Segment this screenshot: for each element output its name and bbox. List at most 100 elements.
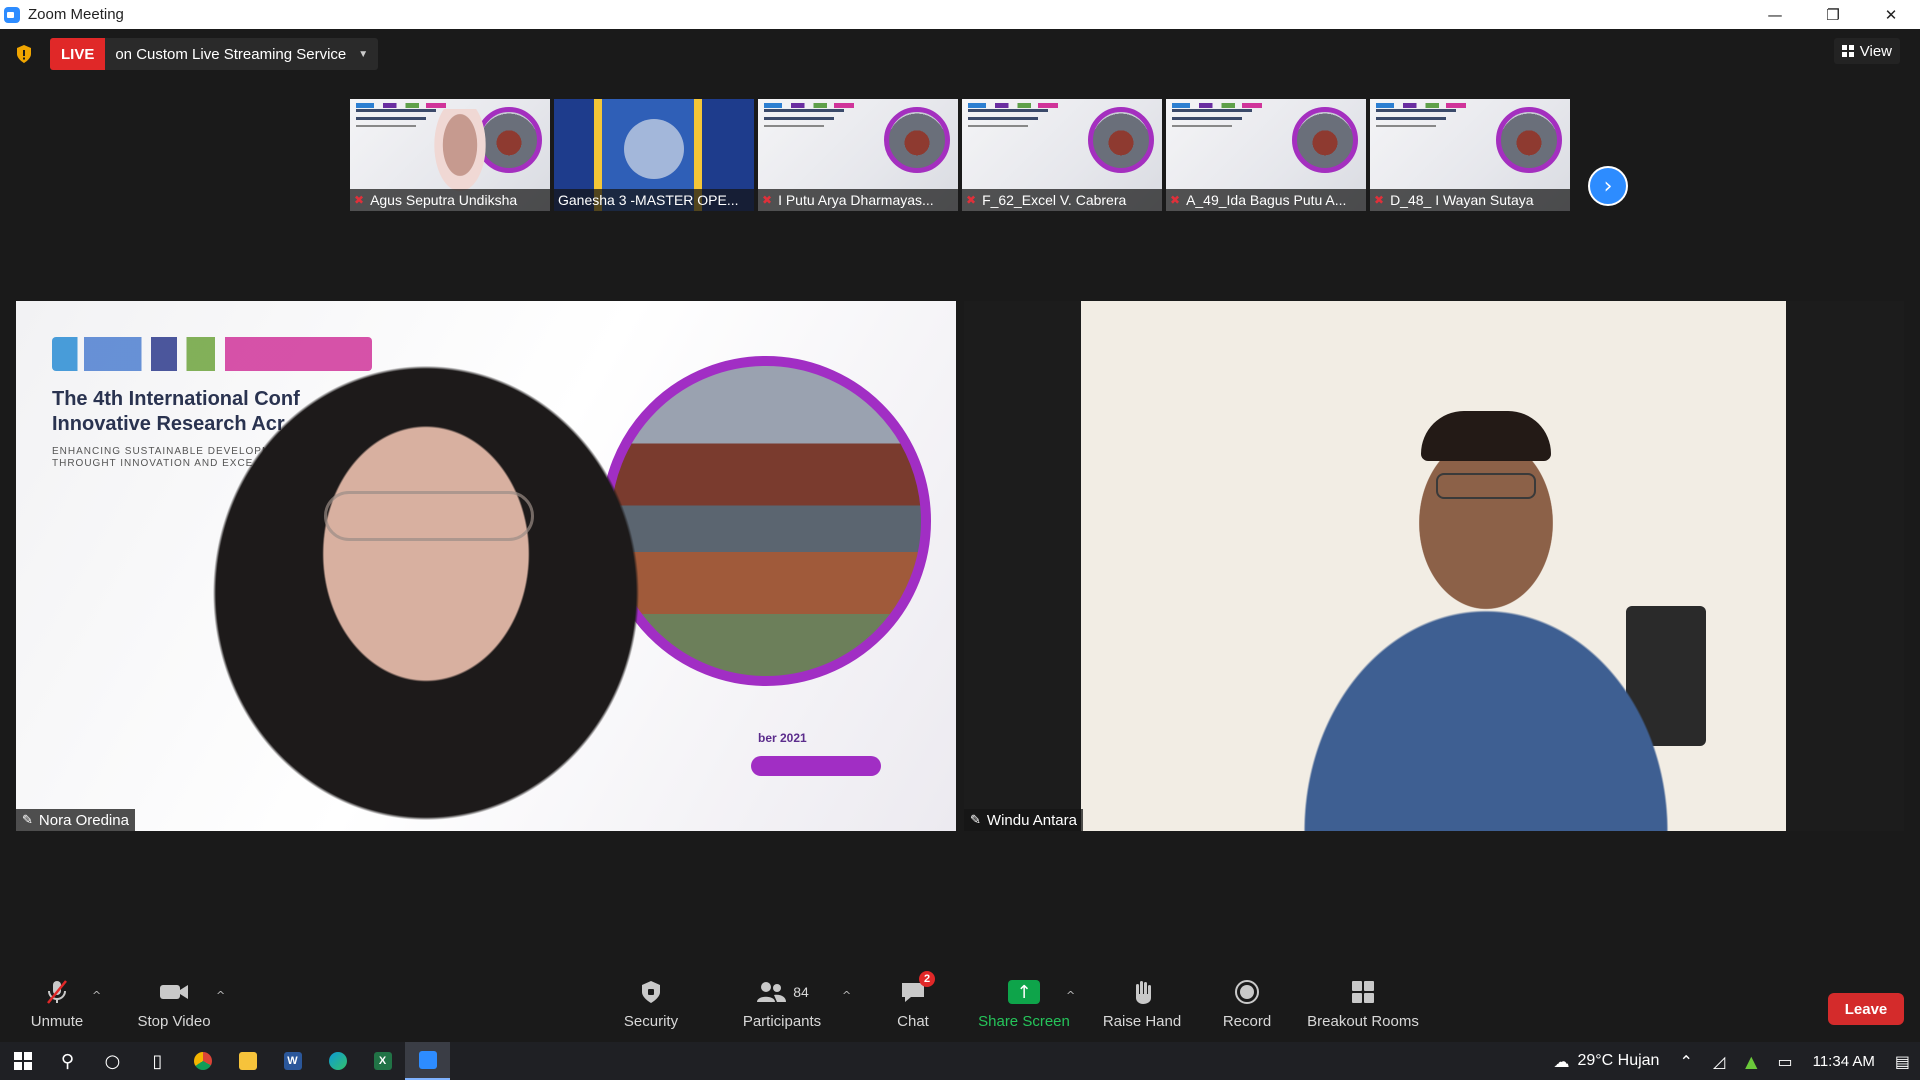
video-tile-windu-antara[interactable]: ✎ Windu Antara	[964, 301, 1904, 831]
participant-name: D_48_ I Wayan Sutaya	[1390, 192, 1534, 208]
file-explorer-icon[interactable]	[225, 1042, 270, 1080]
next-page-arrow-icon[interactable]: ›	[1588, 166, 1628, 206]
muted-mic-icon: ✖	[1170, 193, 1181, 207]
weather-text: 29°C Hujan	[1577, 1052, 1660, 1069]
window-controls: — ❐ ✕	[1746, 0, 1920, 29]
grid-icon	[1841, 45, 1854, 57]
start-windows-icon[interactable]	[0, 1042, 45, 1080]
participant-name-tag: ✎ Nora Oredina	[16, 809, 135, 831]
chevron-up-icon[interactable]: ⌃	[1669, 1042, 1702, 1080]
chrome-icon[interactable]	[180, 1042, 225, 1080]
share-screen-button[interactable]: ↑ Share Screen	[978, 975, 1070, 1042]
security-shield-icon	[639, 975, 663, 1009]
participant-thumbnail[interactable]: ✖ Agus Seputra Undiksha	[350, 99, 550, 211]
notification-icon[interactable]: ▤	[1885, 1042, 1920, 1080]
participant-thumbnail-strip: ✖ Agus Seputra Undiksha Ganesha 3 -MASTER…	[350, 99, 1570, 211]
view-button[interactable]: View	[1833, 38, 1900, 64]
record-button[interactable]: Record	[1222, 975, 1272, 1042]
participants-options-chevron-icon[interactable]: ^	[842, 989, 851, 1002]
participant-name: F_62_Excel V. Cabrera	[982, 192, 1127, 208]
chat-label: Chat	[897, 1013, 929, 1030]
stop-video-label: Stop Video	[137, 1013, 211, 1030]
word-icon[interactable]: W	[270, 1042, 315, 1080]
video-tile-nora-oredina[interactable]: The 4th International Conf Innovative Re…	[16, 301, 956, 831]
audio-options-chevron-icon[interactable]: ^	[92, 989, 101, 1002]
participants-button[interactable]: 84 Participants	[740, 975, 824, 1042]
breakout-rooms-label: Breakout Rooms	[1307, 1013, 1419, 1030]
participant-video	[430, 109, 490, 199]
clock-time[interactable]: 11:34 AM	[1803, 1042, 1885, 1080]
muted-mic-icon: ✎	[22, 812, 33, 827]
leave-button[interactable]: Leave	[1828, 993, 1904, 1025]
stop-video-button[interactable]: Stop Video	[134, 975, 214, 1042]
participant-video	[106, 341, 746, 831]
chat-unread-badge: 2	[919, 971, 935, 987]
participant-person	[1286, 391, 1686, 831]
unmute-label: Unmute	[30, 1013, 84, 1030]
live-stream-status[interactable]: LIVE on Custom Live Streaming Service ▼	[50, 38, 379, 70]
share-options-chevron-icon[interactable]: ^	[1066, 989, 1075, 1002]
share-screen-label: Share Screen	[978, 1013, 1070, 1030]
participant-name: Agus Seputra Undiksha	[370, 192, 518, 208]
encryption-shield-icon[interactable]	[15, 44, 33, 64]
unmute-button[interactable]: Unmute	[26, 975, 88, 1042]
slide-url-pill	[751, 756, 881, 776]
window-title: Zoom Meeting	[28, 6, 124, 23]
edge-icon[interactable]	[315, 1042, 360, 1080]
task-view-icon[interactable]: ▯	[135, 1042, 180, 1080]
restore-button[interactable]: ❐	[1804, 0, 1862, 29]
glasses	[324, 491, 534, 541]
participant-name: Ganesha 3 -MASTER OPE...	[558, 192, 739, 208]
security-label: Security	[623, 1013, 679, 1030]
slide-date: ber 2021	[758, 731, 807, 745]
cortana-circle-icon[interactable]: ○	[90, 1042, 135, 1080]
participant-name: I Putu Arya Dharmayas...	[778, 192, 934, 208]
participant-thumbnail[interactable]: ✖ A_49_Ida Bagus Putu A...	[1166, 99, 1366, 211]
participant-name: Nora Oredina	[38, 811, 129, 829]
chat-bubble-icon: 2	[899, 971, 935, 1009]
window-titlebar: Zoom Meeting — ❐ ✕	[0, 0, 1920, 29]
participant-thumbnail[interactable]: ✖ D_48_ I Wayan Sutaya	[1370, 99, 1570, 211]
battery-icon[interactable]: ▭	[1767, 1042, 1802, 1080]
video-options-chevron-icon[interactable]: ^	[216, 989, 225, 1002]
chevron-down-icon[interactable]: ▼	[358, 49, 368, 60]
raise-hand-button[interactable]: Raise Hand	[1103, 975, 1181, 1042]
zoom-taskbar-icon[interactable]	[405, 1042, 450, 1080]
excel-icon[interactable]: X	[360, 1042, 405, 1080]
view-label: View	[1859, 42, 1892, 60]
live-badge: LIVE	[50, 38, 106, 70]
muted-mic-icon: ✎	[970, 812, 981, 827]
participant-video	[1081, 301, 1786, 831]
participants-label: Participants	[742, 1013, 822, 1030]
windows-taskbar: ⚲ ○ ▯ W X ☁ 29°C Hujan ⌃ ◿ ▲ ▭ 11:34 AM …	[0, 1042, 1920, 1080]
participant-thumbnail[interactable]: ✖ F_62_Excel V. Cabrera	[962, 99, 1162, 211]
meeting-controls-toolbar: Unmute ^ Stop Video ^ Security 84 Partic…	[0, 971, 1920, 1042]
minimize-button[interactable]: —	[1746, 0, 1804, 29]
security-button[interactable]: Security	[620, 975, 682, 1042]
record-label: Record	[1222, 1013, 1272, 1030]
video-camera-icon	[158, 975, 190, 1009]
breakout-rooms-icon	[1350, 975, 1376, 1009]
participant-thumbnail[interactable]: Ganesha 3 -MASTER OPE...	[554, 99, 754, 211]
raised-hand-icon	[1130, 975, 1154, 1009]
nvidia-icon[interactable]: ▲	[1735, 1042, 1767, 1080]
participant-thumbnail[interactable]: ✖ I Putu Arya Dharmayas...	[758, 99, 958, 211]
live-destination-label: on Custom Live Streaming Service	[115, 45, 347, 63]
muted-mic-icon: ✖	[762, 193, 773, 207]
close-button[interactable]: ✕	[1862, 0, 1920, 29]
participant-name: Windu Antara	[986, 811, 1077, 829]
muted-mic-icon: ✖	[1374, 193, 1385, 207]
weather-widget[interactable]: ☁ 29°C Hujan	[1543, 1042, 1669, 1080]
participant-name-tag: ✎ Windu Antara	[964, 809, 1083, 831]
cloud-rain-icon: ☁	[1553, 1051, 1570, 1071]
participant-name: A_49_Ida Bagus Putu A...	[1186, 192, 1347, 208]
muted-mic-icon: ✖	[966, 193, 977, 207]
network-icon[interactable]: ◿	[1703, 1042, 1735, 1080]
chat-button[interactable]: 2 Chat	[895, 971, 935, 1042]
share-screen-arrow-icon: ↑	[1008, 980, 1040, 1004]
breakout-rooms-button[interactable]: Breakout Rooms	[1306, 975, 1420, 1042]
glasses	[1436, 473, 1536, 499]
system-tray: ☁ 29°C Hujan ⌃ ◿ ▲ ▭ 11:34 AM ▤	[1543, 1042, 1920, 1080]
record-icon	[1234, 975, 1260, 1009]
search-icon[interactable]: ⚲	[45, 1042, 90, 1080]
